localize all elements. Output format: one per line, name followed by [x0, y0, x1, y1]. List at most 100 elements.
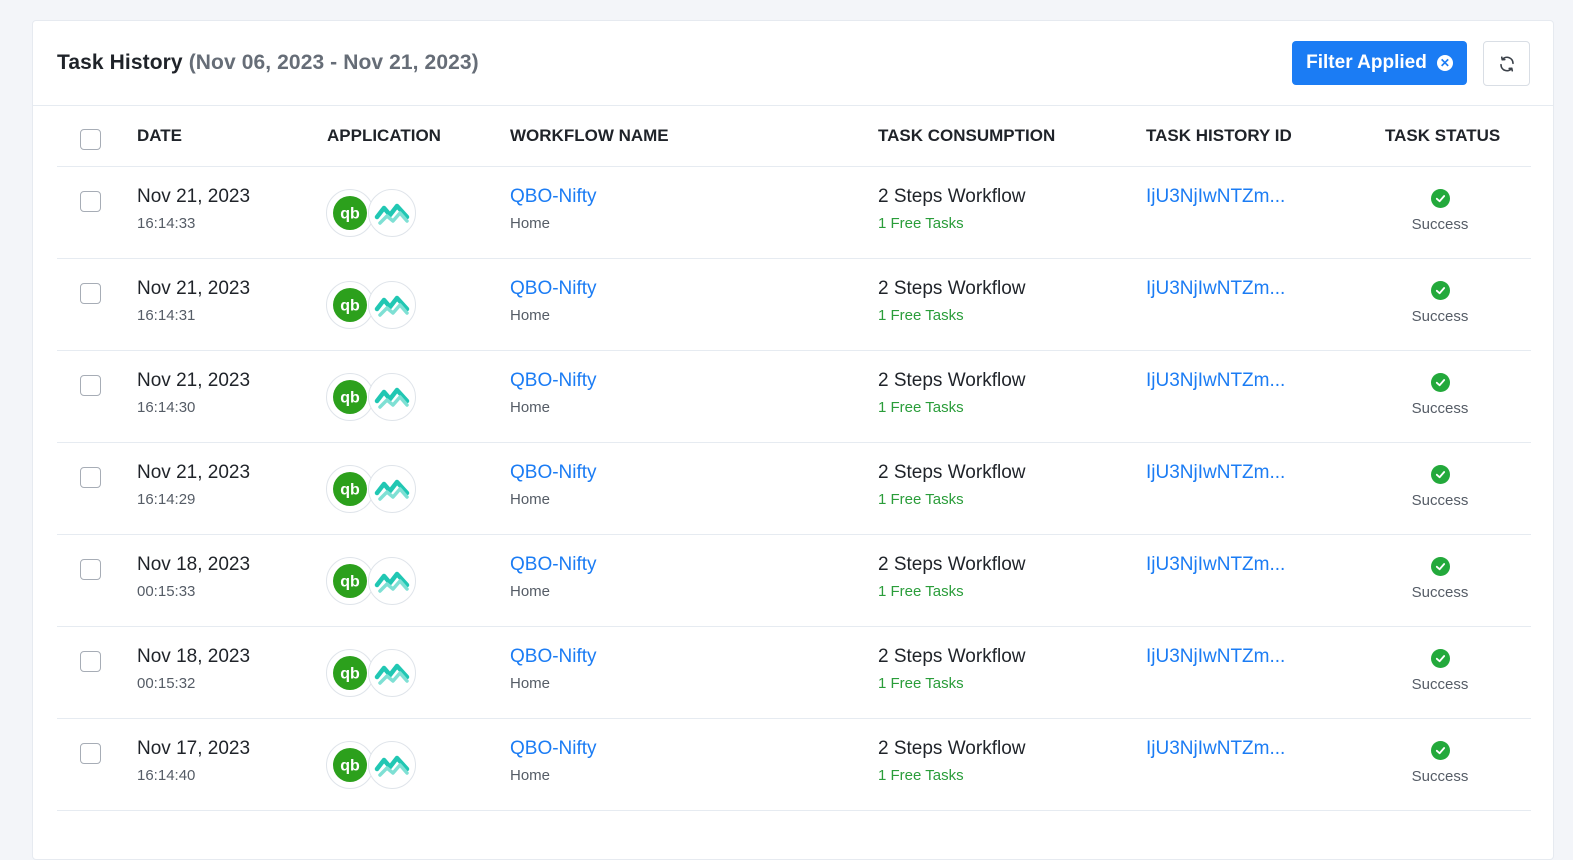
success-check-icon: [1430, 649, 1450, 668]
filter-applied-button[interactable]: Filter Applied ✕: [1292, 41, 1467, 85]
table-header: DATE APPLICATION WORKFLOW NAME TASK CONS…: [57, 107, 1531, 167]
date-range: (Nov 06, 2023 - Nov 21, 2023): [188, 51, 479, 74]
free-tasks-count: 1 Free Tasks: [878, 491, 964, 508]
task-history-id-link[interactable]: IjU3NjIwNTZm...: [1146, 738, 1285, 760]
workflow-folder: Home: [510, 215, 551, 232]
select-all-checkbox[interactable]: [80, 129, 101, 150]
workflow-name-link[interactable]: QBO-Nifty: [510, 738, 597, 760]
table-body: Nov 21, 2023 16:14:33 qb QBO-Nifty Home …: [57, 167, 1531, 811]
table-row: Nov 21, 2023 16:14:33 qb QBO-Nifty Home …: [57, 167, 1531, 259]
row-time: 00:15:32: [137, 675, 196, 692]
workflow-name-link[interactable]: QBO-Nifty: [510, 370, 597, 392]
nifty-icon: [368, 281, 416, 329]
table-row: Nov 18, 2023 00:15:33 qb QBO-Nifty Home …: [57, 535, 1531, 627]
page-title: Task History (Nov 06, 2023 - Nov 21, 2023…: [57, 51, 479, 75]
free-tasks-count: 1 Free Tasks: [878, 767, 964, 784]
task-consumption: 2 Steps Workflow: [878, 738, 1026, 759]
task-history-id-link[interactable]: IjU3NjIwNTZm...: [1146, 462, 1285, 484]
status-badge: Success: [1385, 281, 1495, 325]
status-label: Success: [1411, 492, 1469, 509]
row-time: 16:14:40: [137, 767, 196, 784]
col-application: APPLICATION: [327, 126, 441, 145]
col-task-history-id: TASK HISTORY ID: [1146, 126, 1292, 145]
task-consumption: 2 Steps Workflow: [878, 278, 1026, 299]
nifty-icon: [368, 557, 416, 605]
row-checkbox[interactable]: [80, 743, 101, 764]
task-history-table: DATE APPLICATION WORKFLOW NAME TASK CONS…: [57, 107, 1531, 811]
row-checkbox[interactable]: [80, 651, 101, 672]
task-history-id-link[interactable]: IjU3NjIwNTZm...: [1146, 370, 1285, 392]
row-date: Nov 18, 2023: [137, 554, 251, 575]
workflow-folder: Home: [510, 491, 551, 508]
quickbooks-icon: qb: [326, 373, 374, 421]
row-date: Nov 17, 2023: [137, 738, 251, 759]
table-row: Nov 21, 2023 16:14:31 qb QBO-Nifty Home …: [57, 259, 1531, 351]
nifty-icon: [368, 465, 416, 513]
row-time: 16:14:29: [137, 491, 196, 508]
quickbooks-icon: qb: [326, 649, 374, 697]
workflow-name-link[interactable]: QBO-Nifty: [510, 462, 597, 484]
svg-text:qb: qb: [340, 390, 360, 407]
free-tasks-count: 1 Free Tasks: [878, 215, 964, 232]
quickbooks-icon: qb: [326, 741, 374, 789]
workflow-name-link[interactable]: QBO-Nifty: [510, 554, 597, 576]
task-history-id-link[interactable]: IjU3NjIwNTZm...: [1146, 554, 1285, 576]
workflow-folder: Home: [510, 675, 551, 692]
filter-label: Filter Applied: [1306, 52, 1427, 73]
table-row: Nov 21, 2023 16:14:29 qb QBO-Nifty Home …: [57, 443, 1531, 535]
status-label: Success: [1411, 308, 1469, 325]
task-history-id-link[interactable]: IjU3NjIwNTZm...: [1146, 646, 1285, 668]
status-label: Success: [1411, 768, 1469, 785]
success-check-icon: [1430, 741, 1450, 760]
task-consumption: 2 Steps Workflow: [878, 646, 1026, 667]
refresh-button[interactable]: [1483, 41, 1530, 86]
success-check-icon: [1430, 465, 1450, 484]
task-consumption: 2 Steps Workflow: [878, 186, 1026, 207]
table-row: Nov 17, 2023 16:14:40 qb QBO-Nifty Home …: [57, 719, 1531, 811]
row-checkbox[interactable]: [80, 559, 101, 580]
application-icons: qb: [326, 281, 416, 329]
col-task-status: TASK STATUS: [1385, 126, 1501, 145]
nifty-icon: [368, 649, 416, 697]
title-text: Task History: [57, 51, 183, 74]
quickbooks-icon: qb: [326, 557, 374, 605]
row-checkbox[interactable]: [80, 467, 101, 488]
workflow-folder: Home: [510, 583, 551, 600]
nifty-icon: [368, 189, 416, 237]
application-icons: qb: [326, 649, 416, 697]
workflow-name-link[interactable]: QBO-Nifty: [510, 186, 597, 208]
nifty-icon: [368, 741, 416, 789]
col-workflow-name: WORKFLOW NAME: [510, 126, 669, 145]
col-date: DATE: [137, 126, 183, 145]
workflow-name-link[interactable]: QBO-Nifty: [510, 646, 597, 668]
task-consumption: 2 Steps Workflow: [878, 370, 1026, 391]
card-header: Task History (Nov 06, 2023 - Nov 21, 2023…: [33, 21, 1553, 106]
table-row: Nov 21, 2023 16:14:30 qb QBO-Nifty Home …: [57, 351, 1531, 443]
application-icons: qb: [326, 741, 416, 789]
row-time: 16:14:30: [137, 399, 196, 416]
clear-filter-icon[interactable]: ✕: [1436, 55, 1453, 71]
refresh-icon: [1499, 55, 1514, 72]
workflow-name-link[interactable]: QBO-Nifty: [510, 278, 597, 300]
task-consumption: 2 Steps Workflow: [878, 462, 1026, 483]
col-task-consumption: TASK CONSUMPTION: [878, 126, 1056, 145]
application-icons: qb: [326, 373, 416, 421]
row-time: 16:14:33: [137, 215, 196, 232]
task-history-id-link[interactable]: IjU3NjIwNTZm...: [1146, 278, 1285, 300]
status-label: Success: [1411, 584, 1469, 601]
status-badge: Success: [1385, 649, 1495, 693]
task-history-id-link[interactable]: IjU3NjIwNTZm...: [1146, 186, 1285, 208]
row-checkbox[interactable]: [80, 283, 101, 304]
svg-text:qb: qb: [340, 758, 360, 775]
row-date: Nov 21, 2023: [137, 186, 251, 207]
nifty-icon: [368, 373, 416, 421]
status-badge: Success: [1385, 189, 1495, 233]
status-label: Success: [1411, 676, 1469, 693]
free-tasks-count: 1 Free Tasks: [878, 675, 964, 692]
quickbooks-icon: qb: [326, 189, 374, 237]
status-badge: Success: [1385, 465, 1495, 509]
workflow-folder: Home: [510, 767, 551, 784]
row-time: 16:14:31: [137, 307, 196, 324]
row-checkbox[interactable]: [80, 191, 101, 212]
row-checkbox[interactable]: [80, 375, 101, 396]
